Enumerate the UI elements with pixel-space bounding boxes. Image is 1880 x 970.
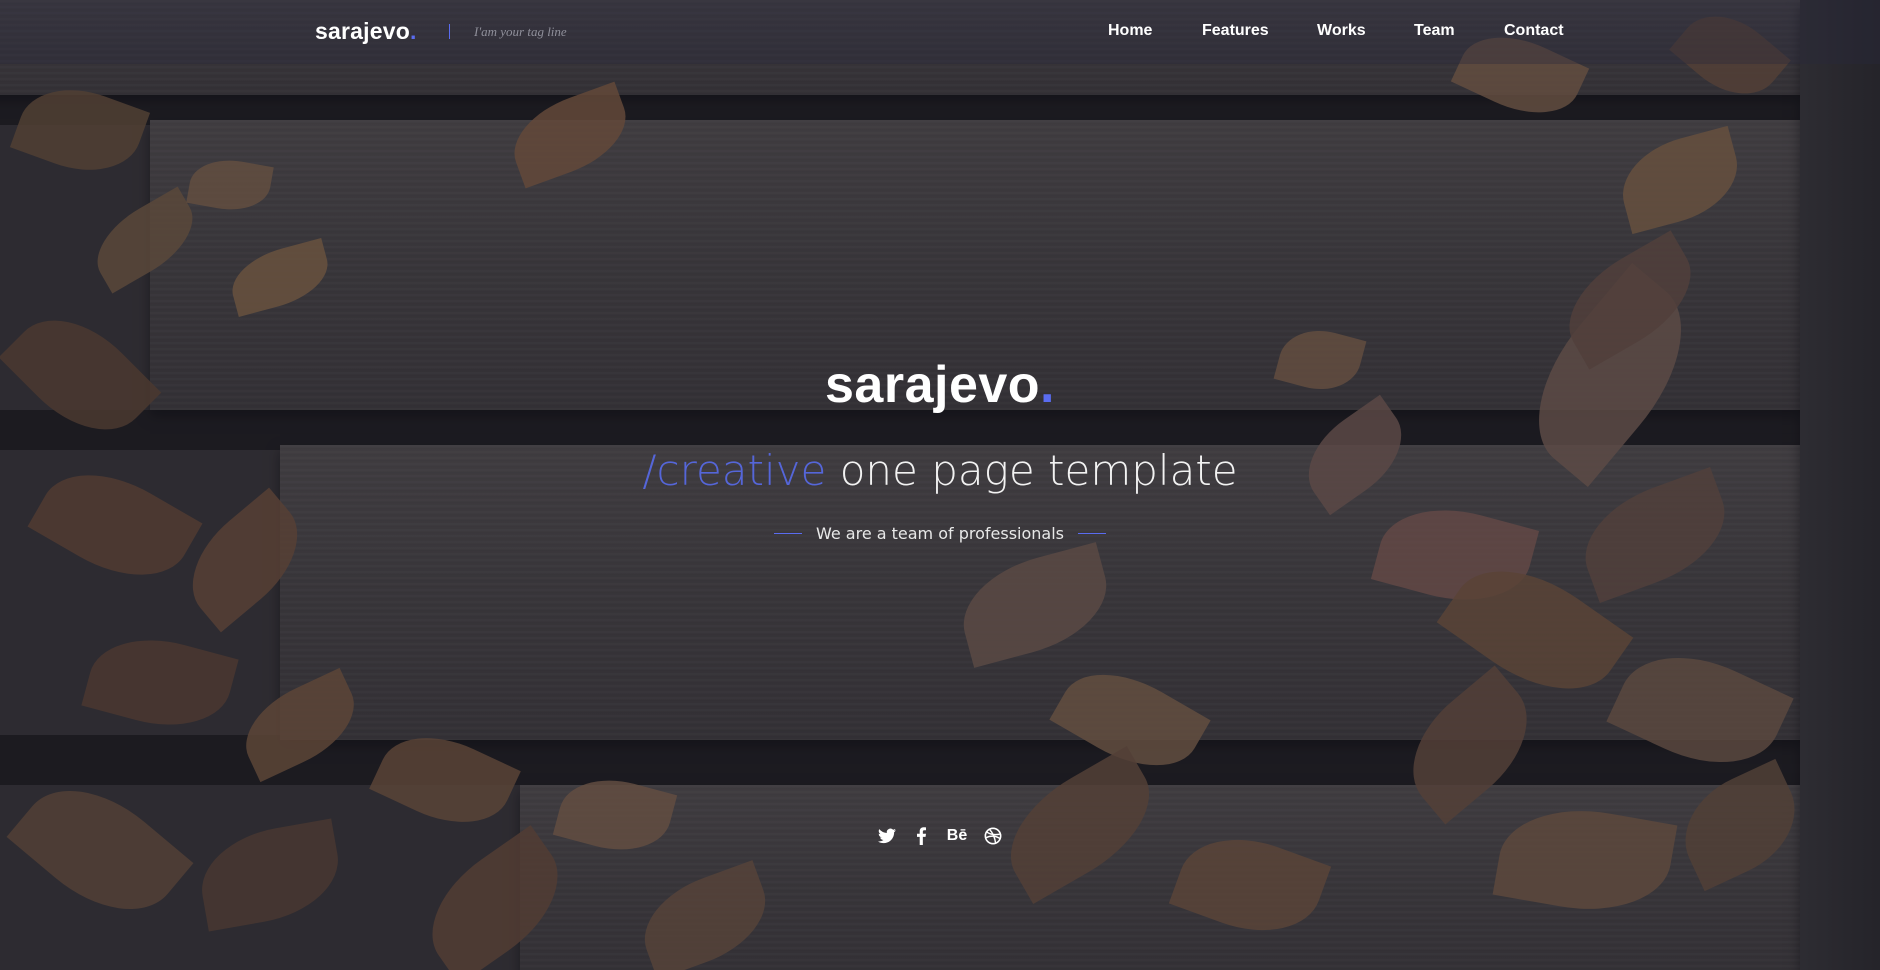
twitter-icon[interactable]: [877, 826, 897, 846]
hero-subtitle-accent: /creative: [642, 446, 827, 495]
navbar: sarajevo. I'am your tag line Home Featur…: [0, 0, 1880, 64]
hero-title-text: sarajevo: [825, 356, 1041, 414]
dribbble-icon[interactable]: [983, 826, 1003, 846]
hero-subtitle: /creative one page template: [0, 446, 1880, 495]
facebook-icon[interactable]: [911, 826, 931, 846]
nav-item-team[interactable]: Team: [1414, 22, 1455, 40]
nav-item-works[interactable]: Works: [1317, 22, 1366, 40]
hero-tagline: We are a team of professionals: [815, 524, 1065, 543]
brand-dot: .: [409, 18, 417, 44]
hero-title-dot: .: [1040, 356, 1055, 414]
nav-item-contact[interactable]: Contact: [1504, 22, 1564, 40]
hero-section: sarajevo. I'am your tag line Home Featur…: [0, 0, 1880, 970]
divider-left: [773, 533, 802, 534]
nav-item-features[interactable]: Features: [1202, 22, 1269, 40]
social-links: Bē: [0, 826, 1880, 846]
brand-separator: [449, 24, 450, 39]
hero-tagline-row: We are a team of professionals: [0, 524, 1880, 543]
behance-icon-text: Bē: [946, 827, 968, 844]
brand-name: sarajevo: [315, 18, 410, 44]
header-tagline: I'am your tag line: [474, 24, 567, 39]
behance-icon[interactable]: Bē: [945, 826, 969, 846]
nav-item-home[interactable]: Home: [1108, 22, 1152, 40]
hero-subtitle-rest: one page template: [826, 446, 1238, 495]
brand-logo[interactable]: sarajevo.: [315, 18, 417, 45]
divider-right: [1078, 533, 1107, 534]
hero-title: sarajevo.: [0, 355, 1880, 415]
